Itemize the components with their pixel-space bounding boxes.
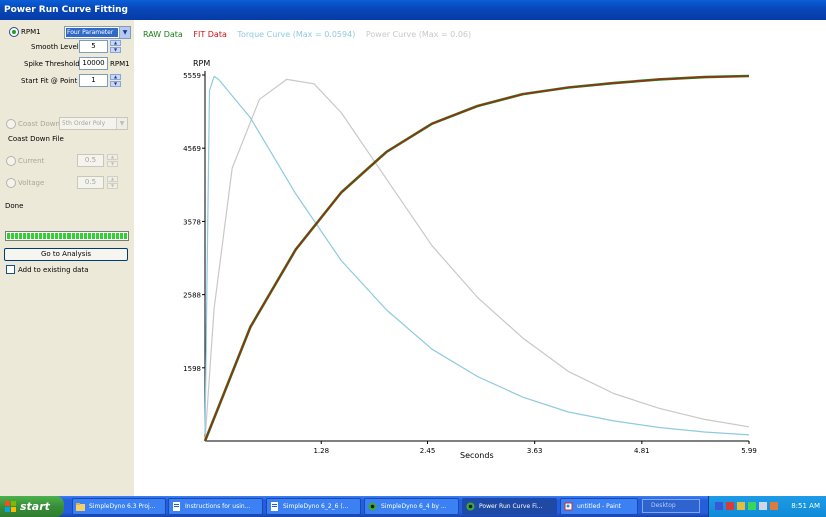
go-to-analysis-button[interactable]: Go to Analysis [4,248,128,261]
series-line-fit-data [204,75,750,442]
smooth-level-stepper[interactable]: ▲ ▼ [110,40,121,53]
voltage-label: Voltage [18,179,45,187]
start-fit-label: Start Fit @ Point [21,77,78,85]
y-tick-label: 2588 [183,292,201,300]
coast-down-file-label: Coast Down File [8,135,64,143]
y-tick-label: 3578 [183,218,201,226]
current-stepper[interactable]: ▲ ▼ [107,154,118,167]
x-tick-label: 4.81 [634,447,650,455]
y-tick-label: 4569 [183,145,201,153]
spike-threshold-input[interactable]: 10000 [79,57,108,70]
current-radio[interactable] [6,156,16,166]
y-axis-label: RPM [193,59,210,68]
rpm-label: RPM1 [21,28,41,36]
document-icon [173,502,180,511]
taskbar-item[interactable]: SimpleDyno 6_2_6 (... [266,498,361,515]
spin-down-icon[interactable]: ▼ [110,47,121,53]
progress-bar [5,231,129,241]
document-icon [271,502,278,511]
app-icon [368,502,377,511]
desktop-label: Desktop [651,502,676,509]
taskbar: start SimpleDyno 6.3 Proj... Instruction… [0,496,826,517]
start-fit-input[interactable]: 1 [79,74,108,87]
spin-down-icon[interactable]: ▼ [107,183,118,189]
spike-threshold-unit: RPM1 [110,60,130,68]
folder-icon [76,503,85,511]
spin-up-icon[interactable]: ▲ [110,40,121,46]
chevron-down-icon[interactable]: ▼ [119,27,130,38]
fit-method-value: Four Parameter [66,28,118,37]
taskbar-item[interactable]: SimpleDyno 6_4 by ... [364,498,459,515]
tray-icon[interactable] [737,502,745,510]
taskbar-item-active[interactable]: Power Run Curve Fi... [462,498,557,515]
taskbar-item-label: Instructions for usin... [185,503,251,510]
tray-icon[interactable] [770,502,778,510]
spin-up-icon[interactable]: ▲ [110,74,121,80]
tray-icon[interactable] [759,502,767,510]
x-tick-label: 3.63 [527,447,543,455]
coast-down-radio[interactable] [6,119,16,129]
current-label: Current [18,157,45,165]
series-line-raw-data [203,74,750,442]
taskbar-item-label: untitled - Paint [577,503,621,510]
current-input[interactable]: 0.5 [77,154,104,167]
smooth-level-input[interactable]: 5 [79,40,108,53]
control-panel: RPM1 Four Parameter ▼ Smooth Level 5 ▲ ▼ … [0,20,134,496]
paint-icon [564,502,573,511]
taskbar-item[interactable]: untitled - Paint [560,498,638,515]
taskbar-item-label: SimpleDyno 6_4 by ... [381,503,447,510]
voltage-radio[interactable] [6,178,16,188]
x-tick-label: 5.99 [741,447,757,455]
taskbar-item-label: Power Run Curve Fi... [479,503,543,510]
taskbar-item[interactable]: Instructions for usin... [168,498,263,515]
coast-down-label: Coast Down [18,120,60,128]
chart-area: RAW Data FIT Data Torque Curve (Max = 0.… [134,20,826,496]
voltage-input[interactable]: 0.5 [77,176,104,189]
spin-up-icon[interactable]: ▲ [107,176,118,182]
start-label: start [20,500,50,513]
window-title: Power Run Curve Fitting [4,5,128,15]
chart-plot: RPM Seconds 1598 2588 3578 4569 5559 1.28 2.45… [183,59,757,460]
coast-down-fit-value: 5th Order Poly [62,120,106,127]
spin-down-icon[interactable]: ▼ [107,161,118,167]
fit-method-select[interactable]: Four Parameter ▼ [64,26,131,39]
taskbar-item[interactable]: SimpleDyno 6.3 Proj... [72,498,166,515]
status-text: Done [5,202,24,210]
rpm-radio[interactable] [9,27,19,37]
clock: 8:51 AM [791,502,820,510]
windows-logo-icon [5,501,16,512]
series-line-torque-curve-max-0-0594 [204,75,750,436]
taskbar-item-label: SimpleDyno 6.3 Proj... [89,503,156,510]
add-existing-checkbox[interactable] [6,265,15,274]
coast-down-fit-select[interactable]: 5th Order Poly ▼ [59,117,128,130]
taskbar-item-label: SimpleDyno 6_2_6 (... [283,503,349,510]
spin-down-icon[interactable]: ▼ [110,81,121,87]
spike-threshold-label: Spike Threshold [24,60,80,68]
series-line-power-curve-max-0-06 [204,78,750,442]
voltage-stepper[interactable]: ▲ ▼ [107,176,118,189]
desktop-toolbar[interactable]: Desktop [642,499,700,513]
tray-icon[interactable] [726,502,734,510]
x-axis-label: Seconds [460,451,494,460]
tray-icon[interactable] [748,502,756,510]
start-button[interactable]: start [0,496,64,517]
y-tick-label: 1598 [183,365,201,373]
y-tick-label: 5559 [183,72,201,80]
smooth-level-label: Smooth Level [31,43,79,51]
window-titlebar: Power Run Curve Fitting [0,0,826,20]
system-tray: 8:51 AM [708,496,826,517]
start-fit-stepper[interactable]: ▲ ▼ [110,74,121,87]
chevron-down-icon[interactable]: ▼ [116,118,127,129]
x-tick-label: 1.28 [313,447,329,455]
tray-icon[interactable] [715,502,723,510]
add-existing-label: Add to existing data [18,266,89,274]
spin-up-icon[interactable]: ▲ [107,154,118,160]
x-tick-label: 2.45 [420,447,436,455]
app-icon [466,502,475,511]
